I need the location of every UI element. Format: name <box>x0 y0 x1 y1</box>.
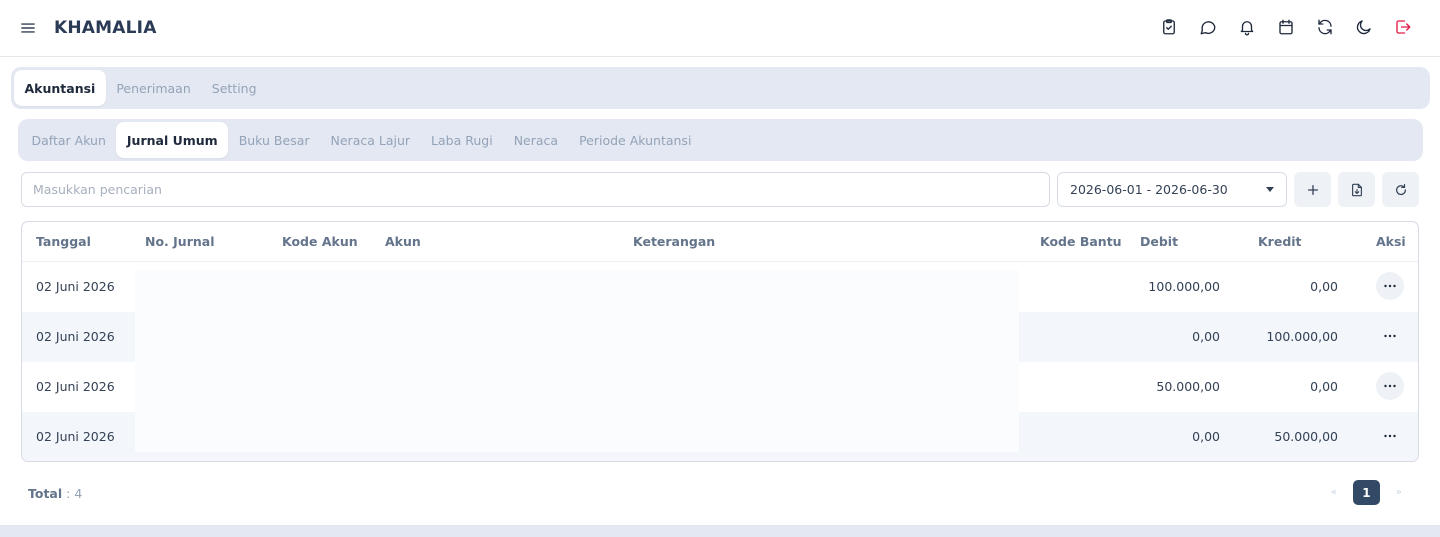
file-download-icon <box>1351 183 1362 196</box>
col-keterangan[interactable]: Keterangan <box>633 234 715 249</box>
tab-daftar-akun[interactable]: Daftar Akun <box>21 122 116 158</box>
col-kode-bantu[interactable]: Kode Bantu <box>1040 234 1122 249</box>
cell-debit: 0,00 <box>1192 329 1220 344</box>
col-akun[interactable]: Akun <box>385 234 421 249</box>
tab-neraca[interactable]: Neraca <box>503 122 568 158</box>
cell-tanggal: 02 Juni 2026 <box>36 429 115 444</box>
total-count: Total : 4 <box>28 486 82 501</box>
row-actions-button[interactable] <box>1376 322 1404 350</box>
moon-icon[interactable] <box>1354 17 1374 37</box>
next-page-button[interactable]: » <box>1396 487 1402 498</box>
page-1-button[interactable]: 1 <box>1352 480 1380 505</box>
date-range-value: 2026-06-01 - 2026-06-30 <box>1070 182 1228 197</box>
export-button[interactable] <box>1338 172 1375 207</box>
cell-debit: 100.000,00 <box>1148 279 1220 294</box>
bell-icon[interactable] <box>1237 17 1257 37</box>
redacted-region <box>135 270 1019 452</box>
tab-akuntansi[interactable]: Akuntansi <box>14 70 106 106</box>
tab-penerimaan[interactable]: Penerimaan <box>106 70 201 106</box>
col-tanggal[interactable]: Tanggal <box>36 234 91 249</box>
more-dots-icon <box>1384 334 1396 338</box>
plus-icon <box>1307 184 1318 195</box>
row-actions-button[interactable] <box>1376 422 1404 450</box>
calendar-icon[interactable] <box>1276 17 1296 37</box>
logout-icon[interactable] <box>1393 17 1413 37</box>
pagination: « 1 » <box>1331 480 1402 505</box>
tab-setting[interactable]: Setting <box>201 70 267 106</box>
tab-laba-rugi[interactable]: Laba Rugi <box>421 122 504 158</box>
cell-kredit: 0,00 <box>1310 279 1338 294</box>
col-debit[interactable]: Debit <box>1140 234 1178 249</box>
more-dots-icon <box>1384 434 1396 438</box>
hamburger-menu-icon[interactable] <box>20 20 36 36</box>
total-label: Total <box>28 486 63 501</box>
col-no-jurnal[interactable]: No. Jurnal <box>145 234 214 249</box>
cell-tanggal: 02 Juni 2026 <box>36 279 115 294</box>
cell-debit: 50.000,00 <box>1156 379 1220 394</box>
main-tab-bar: Akuntansi Penerimaan Setting <box>11 67 1430 109</box>
cell-kredit: 0,00 <box>1310 379 1338 394</box>
add-button[interactable] <box>1294 172 1331 207</box>
tab-periode-akuntansi[interactable]: Periode Akuntansi <box>569 122 702 158</box>
col-kredit[interactable]: Kredit <box>1258 234 1302 249</box>
table-header: Tanggal No. Jurnal Kode Akun Akun Ketera… <box>22 222 1418 262</box>
reload-button[interactable] <box>1382 172 1419 207</box>
tab-jurnal-umum[interactable]: Jurnal Umum <box>116 122 229 158</box>
clipboard-check-icon[interactable] <box>1159 17 1179 37</box>
cell-tanggal: 02 Juni 2026 <box>36 329 115 344</box>
cell-tanggal: 02 Juni 2026 <box>36 379 115 394</box>
bottom-band <box>0 525 1440 537</box>
cell-kredit: 50.000,00 <box>1274 429 1338 444</box>
top-icon-bar <box>1159 17 1413 37</box>
search-input[interactable] <box>21 172 1050 207</box>
tab-buku-besar[interactable]: Buku Besar <box>228 122 320 158</box>
more-dots-icon <box>1384 284 1396 288</box>
col-kode-akun[interactable]: Kode Akun <box>282 234 358 249</box>
caret-down-icon <box>1266 187 1274 192</box>
jurnal-table: Tanggal No. Jurnal Kode Akun Akun Ketera… <box>21 221 1419 462</box>
chat-icon[interactable] <box>1198 17 1218 37</box>
reload-icon <box>1395 183 1406 195</box>
row-actions-button[interactable] <box>1376 272 1404 300</box>
col-aksi: Aksi <box>1376 234 1406 249</box>
refresh-icon[interactable] <box>1315 17 1335 37</box>
tab-neraca-lajur[interactable]: Neraca Lajur <box>320 122 421 158</box>
prev-page-button[interactable]: « <box>1331 487 1337 498</box>
more-dots-icon <box>1384 384 1396 388</box>
row-actions-button[interactable] <box>1376 372 1404 400</box>
top-bar: KHAMALIA <box>0 0 1440 57</box>
total-value: : 4 <box>66 486 83 501</box>
date-range-select[interactable]: 2026-06-01 - 2026-06-30 <box>1057 172 1287 207</box>
cell-debit: 0,00 <box>1192 429 1220 444</box>
cell-kredit: 100.000,00 <box>1266 329 1338 344</box>
app-title: KHAMALIA <box>54 18 157 38</box>
sub-tab-bar: Daftar Akun Jurnal Umum Buku Besar Nerac… <box>18 119 1423 161</box>
